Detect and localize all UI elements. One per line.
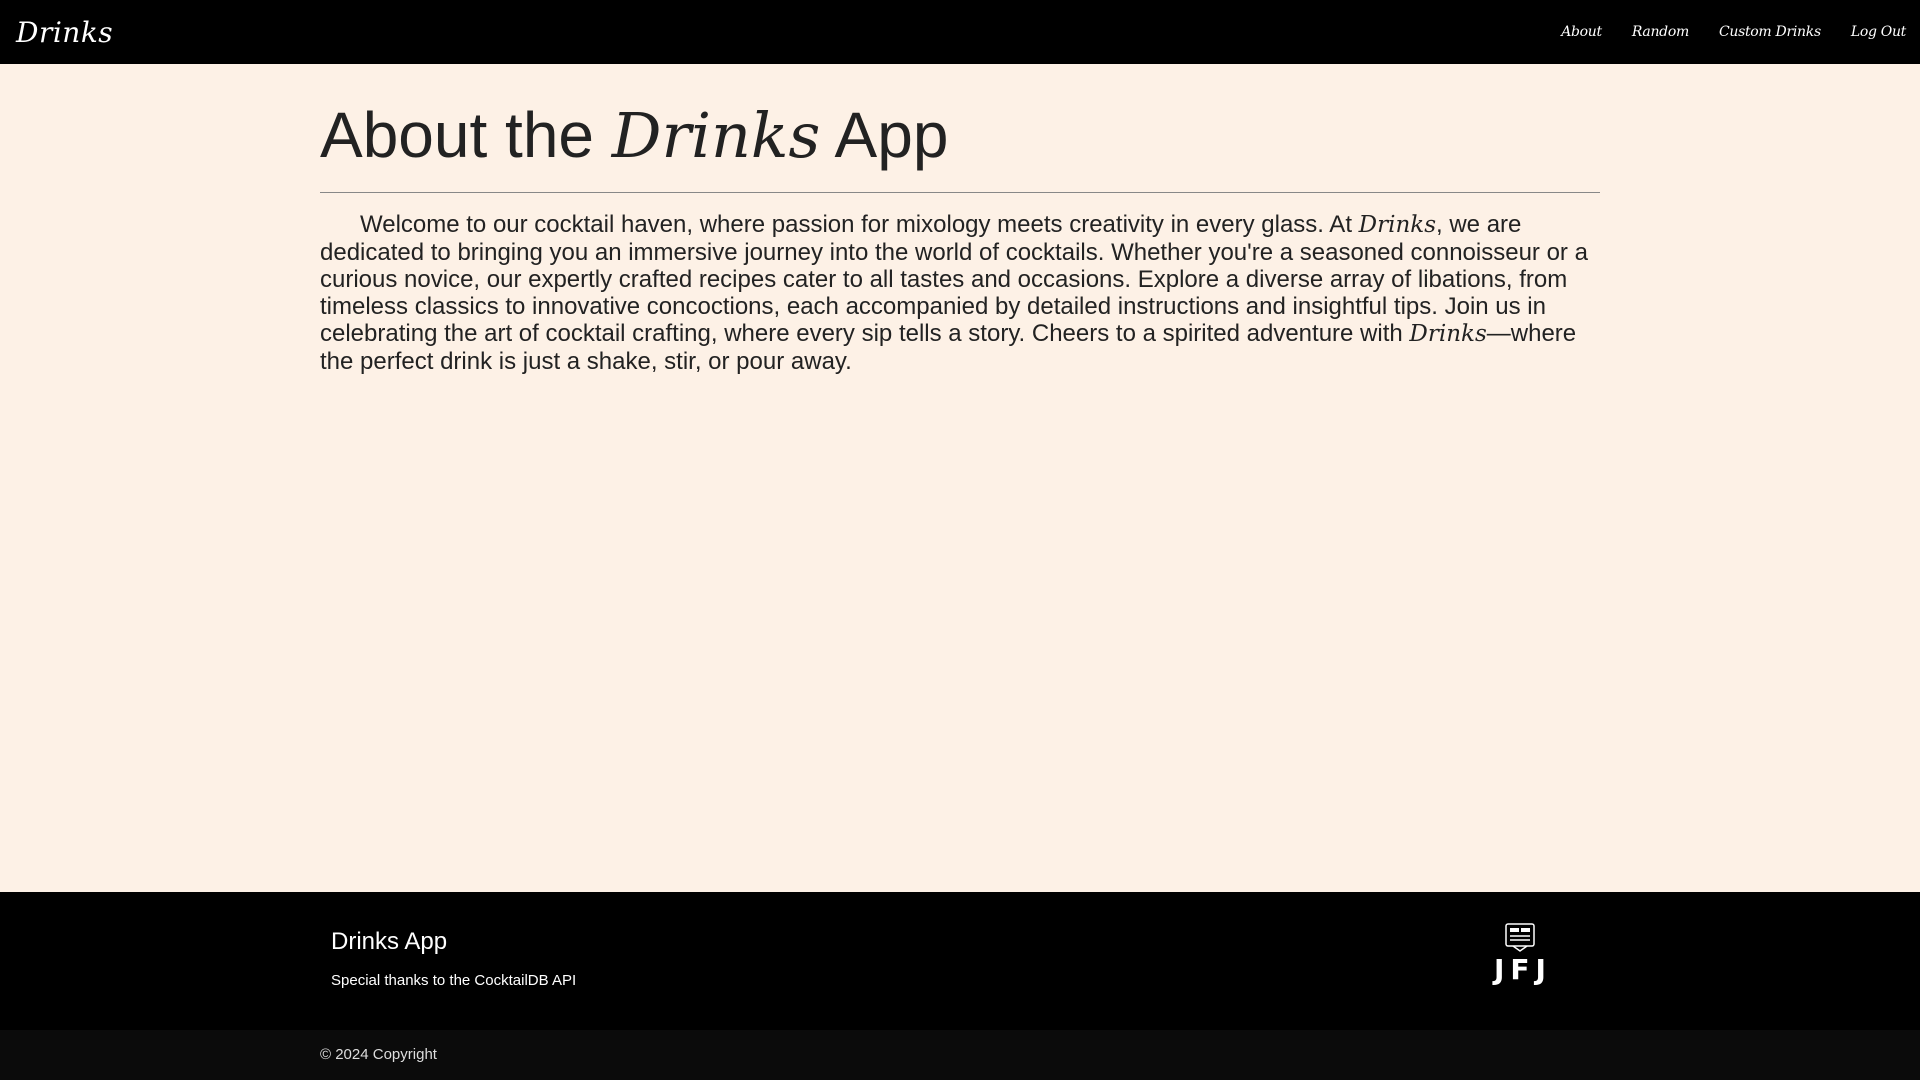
footer-logo-text: JFJ xyxy=(1494,953,1552,986)
nav-link-log-out[interactable]: Log Out xyxy=(1851,24,1906,40)
about-text-brand2: Drinks xyxy=(1409,321,1487,348)
footer-bottom: © 2024 Copyright xyxy=(0,1030,1920,1080)
footer-top: Drinks App Special thanks to the Cocktai… xyxy=(0,892,1920,1030)
about-text-brand1: Drinks xyxy=(1358,212,1437,239)
navbar: Drinks About Random Custom Drinks Log Ou… xyxy=(0,0,1920,64)
cocktail-shaker-icon xyxy=(1505,923,1535,952)
brand-logo-link[interactable]: Drinks xyxy=(16,16,113,49)
nav-link-custom-drinks[interactable]: Custom Drinks xyxy=(1719,24,1821,40)
about-text-part1: Welcome to our cocktail haven, where pas… xyxy=(360,211,1359,239)
nav-links: About Random Custom Drinks Log Out xyxy=(1561,24,1906,40)
page-title-brand: Drinks xyxy=(611,99,821,172)
page-title-prefix: About the xyxy=(320,99,594,171)
about-paragraph: Welcome to our cocktail haven, where pas… xyxy=(320,211,1600,375)
nav-link-about[interactable]: About xyxy=(1561,24,1602,40)
copyright-text: © 2024 Copyright xyxy=(320,1046,437,1063)
main-content: About the Drinks App Welcome to our cock… xyxy=(320,100,1600,375)
page-title-suffix: App xyxy=(834,99,949,171)
footer-logo: JFJ xyxy=(1480,922,1560,998)
nav-link-random[interactable]: Random xyxy=(1632,24,1689,40)
footer-thanks: Special thanks to the CocktailDB API xyxy=(331,972,577,989)
footer-title: Drinks App xyxy=(331,928,448,955)
page-title: About the Drinks App xyxy=(320,99,1600,194)
